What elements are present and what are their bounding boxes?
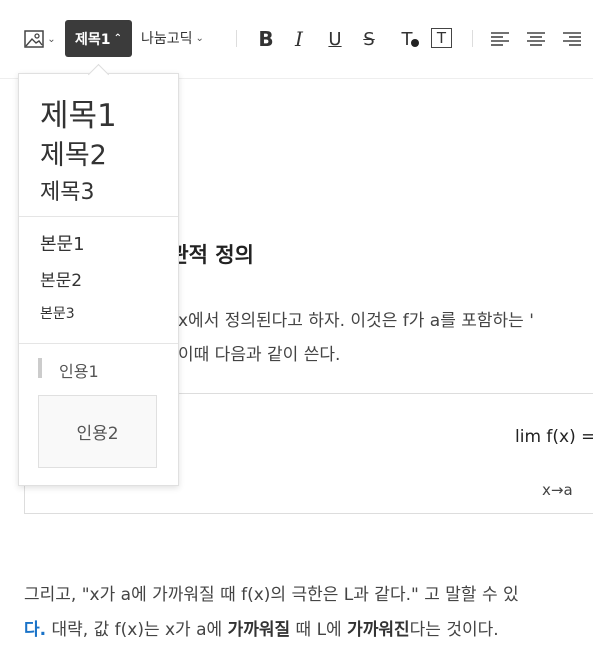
color-dot-icon xyxy=(411,39,419,47)
strikethrough-button[interactable]: S xyxy=(358,26,380,52)
image-icon xyxy=(24,30,45,48)
bold-span: 가까워진 xyxy=(347,620,410,640)
text-color-button[interactable]: T xyxy=(394,26,420,52)
bold-button[interactable]: B xyxy=(254,26,278,52)
heading-style-button[interactable]: 제목1 ⌃ xyxy=(65,20,132,57)
paragraph-line: 이때 다음과 같이 쓴다. xyxy=(178,345,341,365)
emphasis-blue: 다. xyxy=(24,620,47,640)
paragraph-line: 다. 대략, 값 f(x)는 x가 a에 가까워질 때 L에 가까워진다는 것이… xyxy=(24,615,499,640)
dropdown-item-body1[interactable]: 본문1 xyxy=(40,230,85,256)
text-color-icon: T xyxy=(401,28,413,50)
paragraph-line: 그리고, "x가 a에 가까워질 때 f(x)의 극한은 L과 같다." 고 말… xyxy=(24,585,519,605)
align-right-icon xyxy=(563,32,581,46)
italic-icon: I xyxy=(295,27,303,51)
quote-bar xyxy=(38,358,42,378)
dropdown-item-body3[interactable]: 본문3 xyxy=(40,303,75,323)
align-left-icon xyxy=(491,32,509,46)
align-left-button[interactable] xyxy=(489,28,511,50)
italic-button[interactable]: I xyxy=(288,26,310,52)
align-right-button[interactable] xyxy=(561,28,583,50)
underline-icon: U xyxy=(328,28,342,50)
chevron-down-icon: ⌄ xyxy=(47,33,56,45)
strikethrough-icon: S xyxy=(363,28,375,50)
dropdown-item-quote2[interactable]: 인용2 xyxy=(38,395,157,468)
text-background-button[interactable]: T xyxy=(431,28,452,48)
align-center-icon xyxy=(527,32,545,46)
heading-style-dropdown: 제목1 제목2 제목3 본문1 본문2 본문3 인용1 인용2 xyxy=(18,73,179,486)
dropdown-item-body2[interactable]: 본문2 xyxy=(40,266,82,291)
text-span: 다는 것이다. xyxy=(409,620,499,640)
formula-main: lim f(x) = xyxy=(515,427,593,447)
dropdown-divider xyxy=(19,216,178,217)
font-family-label: 나눔고딕 xyxy=(141,31,193,47)
font-family-button[interactable]: 나눔고딕 ⌄ xyxy=(141,26,204,50)
dropdown-item-heading3[interactable]: 제목3 xyxy=(40,174,94,206)
dropdown-divider xyxy=(19,343,178,344)
chevron-down-icon: ⌄ xyxy=(195,32,204,44)
dropdown-item-heading2[interactable]: 제목2 xyxy=(40,133,107,172)
editor-toolbar: ⌄ 제목1 ⌃ 나눔고딕 ⌄ B I U S T T xyxy=(0,0,593,79)
underline-button[interactable]: U xyxy=(324,26,346,52)
chevron-up-icon: ⌃ xyxy=(113,33,122,44)
dropdown-item-heading1[interactable]: 제목1 xyxy=(40,90,117,135)
toolbar-divider xyxy=(236,30,237,47)
text-span: 대략, 값 f(x)는 x가 a에 xyxy=(46,620,228,640)
insert-image-button[interactable]: ⌄ xyxy=(22,26,58,52)
formula-subscript: x→a xyxy=(542,481,573,499)
heading-style-label: 제목1 xyxy=(75,31,111,48)
align-center-button[interactable] xyxy=(525,28,547,50)
quote2-label: 인용2 xyxy=(76,424,119,444)
text-background-icon: T xyxy=(436,29,447,47)
text-span: 때 L에 xyxy=(290,620,348,640)
dropdown-item-quote1[interactable]: 인용1 xyxy=(59,358,99,382)
bold-icon: B xyxy=(258,27,274,51)
paragraph-line: x에서 정의된다고 하자. 이것은 f가 a를 포함하는 ' xyxy=(178,311,534,331)
toolbar-divider xyxy=(472,30,473,47)
bold-span: 가까워질 xyxy=(227,620,291,640)
